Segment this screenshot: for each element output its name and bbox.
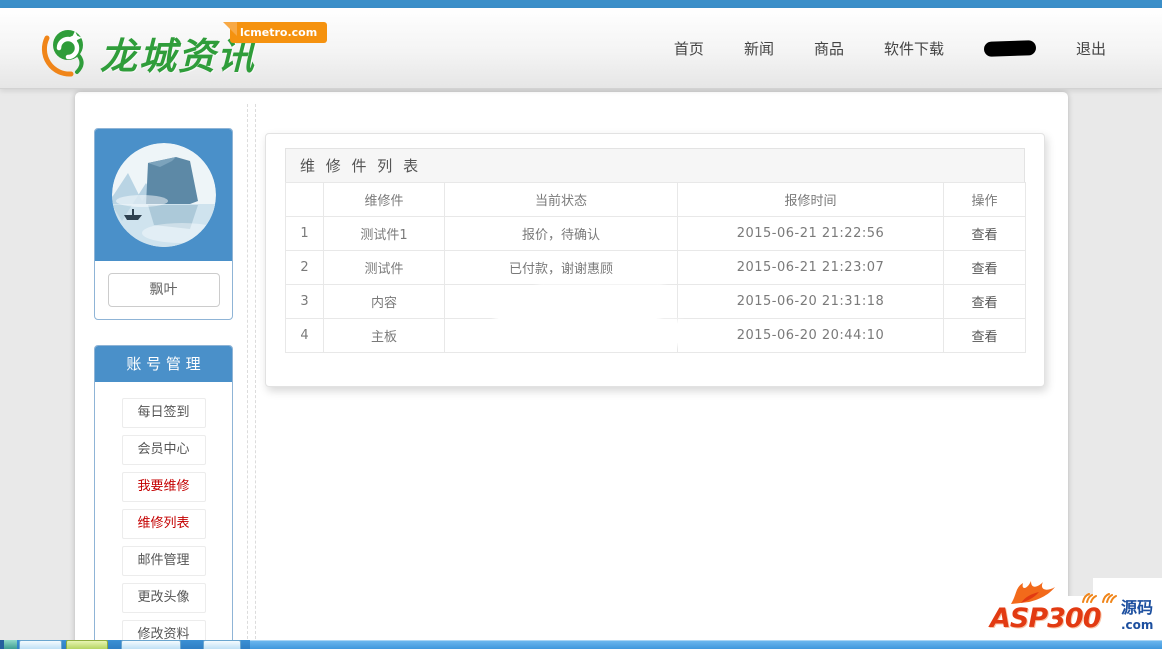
cell-item: 内容 [324,285,445,319]
nav-logout[interactable]: 退出 [1076,38,1106,59]
account-menu: 每日签到 会员中心 我要维修 维修列表 邮件管理 更改头像 修改资料 [95,382,232,649]
cell-action: 查看 [944,251,1026,285]
claw-mark-icon [1081,593,1097,603]
whiteout-smudge [538,286,663,295]
table-row: 2 测试件 已付款，谢谢惠顾 2015-06-21 21:23:07 查看 [286,251,1026,285]
logo-domain-badge: lcmetro.com [230,22,327,43]
profile-card-header [95,129,232,261]
account-section-title: 账 号 管 理 [95,346,232,382]
flame-icon [1007,579,1063,605]
view-link[interactable]: 查看 [971,228,997,243]
panel-title: 维 修 件 列 表 [285,148,1025,183]
col-header-status: 当前状态 [445,183,678,217]
account-management-card: 账 号 管 理 每日签到 会员中心 我要维修 维修列表 邮件管理 更改头像 修改… [94,345,233,649]
cell-time: 2015-06-20 21:31:18 [678,285,944,319]
cell-status: 已付款，谢谢惠顾 [445,251,678,285]
censored-username-blob[interactable] [984,40,1036,57]
view-link[interactable]: 查看 [971,262,997,277]
top-accent-bar [0,0,1162,8]
cell-status: 报价，待确认 [445,217,678,251]
asp300-watermark: ASP300 源码 .com [985,596,1162,642]
sidebar-item-request-repair[interactable]: 我要维修 [122,472,206,502]
view-link[interactable]: 查看 [971,330,997,345]
sidebar-item-change-avatar[interactable]: 更改头像 [122,583,206,613]
windows-taskbar [0,640,1162,649]
watermark-cn-text: 源码 [1121,600,1153,616]
cell-time: 2015-06-21 21:23:07 [678,251,944,285]
logo-e-swirl-icon [38,22,96,80]
cell-item: 测试件1 [324,217,445,251]
content-wrapper: 飘叶 账 号 管 理 每日签到 会员中心 我要维修 维修列表 邮件管理 更改头像… [75,92,1068,649]
taskbar-active-window-button[interactable] [250,640,1162,649]
repair-list-panel: 维 修 件 列 表 维修件 当前状态 报修时间 操作 1 测试件1 [265,133,1045,387]
nav-home[interactable]: 首页 [674,38,704,59]
cell-index: 3 [286,285,324,319]
cell-index: 4 [286,319,324,353]
site-header: 龙城资讯 lcmetro.com 首页 新闻 商品 软件下载 退出 [0,8,1162,89]
username-button[interactable]: 飘叶 [108,273,220,307]
cell-action: 查看 [944,319,1026,353]
top-nav: 首页 新闻 商品 软件下载 退出 [674,8,1106,89]
avatar[interactable] [112,143,216,247]
cell-item: 测试件 [324,251,445,285]
column-divider-dashed [247,104,248,649]
cell-item: 主板 [324,319,445,353]
cell-action: 查看 [944,217,1026,251]
cell-time: 2015-06-20 20:44:10 [678,319,944,353]
taskbar-button[interactable] [203,640,241,649]
taskbar-button[interactable] [19,640,62,649]
column-divider-dashed [255,104,256,649]
sidebar-item-member-center[interactable]: 会员中心 [122,435,206,465]
sidebar-item-daily-signin[interactable]: 每日签到 [122,398,206,428]
cell-index: 2 [286,251,324,285]
avatar-landscape-image [112,143,216,247]
taskbar-button[interactable] [121,640,181,649]
nav-products[interactable]: 商品 [814,38,844,59]
taskbar-start-edge[interactable] [4,640,17,649]
cell-time: 2015-06-21 21:22:56 [678,217,944,251]
col-header-time: 报修时间 [678,183,944,217]
col-header-action: 操作 [944,183,1026,217]
watermark-right-column: 源码 .com [1121,600,1153,631]
taskbar-button-green[interactable] [66,640,108,649]
claw-mark-icon [1101,593,1117,603]
whiteout-smudge [638,323,686,343]
cell-index: 1 [286,217,324,251]
cell-action: 查看 [944,285,1026,319]
profile-card: 飘叶 [94,128,233,320]
sidebar-item-mail-management[interactable]: 邮件管理 [122,546,206,576]
page: 龙城资讯 lcmetro.com 首页 新闻 商品 软件下载 退出 [0,0,1162,649]
col-header-item: 维修件 [324,183,445,217]
table-row: 1 测试件1 报价，待确认 2015-06-21 21:22:56 查看 [286,217,1026,251]
sidebar-item-repair-list[interactable]: 维修列表 [122,509,206,539]
table-header-row: 维修件 当前状态 报修时间 操作 [286,183,1026,217]
col-header-index [286,183,324,217]
nav-software-download[interactable]: 软件下载 [884,38,944,59]
whiteout-smudge [495,301,660,321]
watermark-asp300-text: ASP300 [990,603,1101,634]
view-link[interactable]: 查看 [971,296,997,311]
nav-news[interactable]: 新闻 [744,38,774,59]
watermark-com-text: .com [1121,619,1153,631]
